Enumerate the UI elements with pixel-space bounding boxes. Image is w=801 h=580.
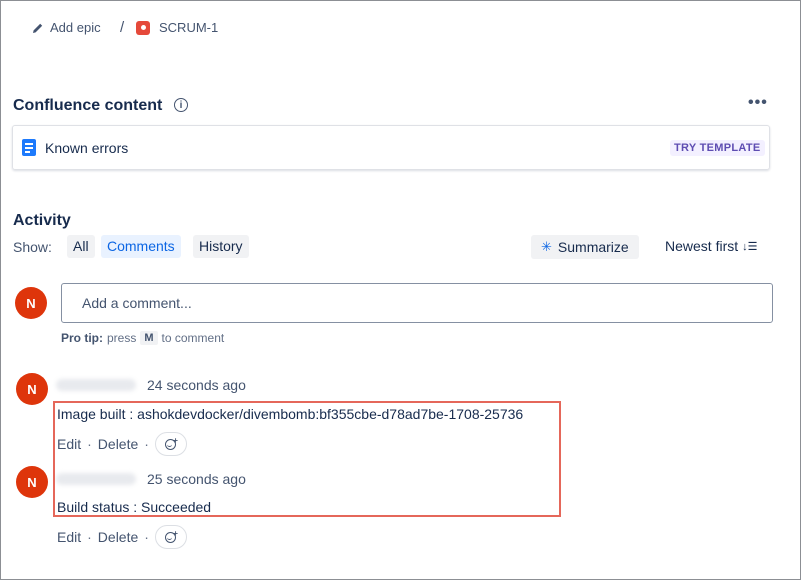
tab-comments[interactable]: Comments (101, 235, 181, 258)
document-icon (22, 139, 36, 156)
issue-key-link[interactable]: SCRUM-1 (136, 20, 218, 35)
avatar: N (16, 466, 48, 498)
tab-history[interactable]: History (193, 235, 249, 258)
pro-tip-suffix: to comment (161, 331, 225, 345)
show-label: Show: (13, 239, 52, 255)
confluence-item-label[interactable]: Known errors (45, 140, 128, 156)
tab-all[interactable]: All (67, 235, 95, 258)
pencil-icon (33, 23, 43, 33)
edit-comment-button[interactable]: Edit (57, 529, 81, 545)
try-template-button[interactable]: TRY TEMPLATE (670, 140, 765, 156)
sort-order-button[interactable]: Newest first ↓☰ (665, 238, 758, 254)
add-epic-label: Add epic (50, 20, 101, 35)
add-epic-link[interactable]: Add epic (32, 20, 101, 35)
pro-tip-prefix: Pro tip: (61, 331, 103, 345)
sort-descending-icon: ↓☰ (742, 240, 758, 253)
sparkle-icon: ✳ (541, 239, 552, 254)
delete-comment-button[interactable]: Delete (98, 529, 138, 545)
sort-label: Newest first (665, 238, 739, 254)
pro-tip-press: press (107, 331, 137, 345)
summarize-button[interactable]: ✳ Summarize (531, 235, 639, 259)
keyboard-shortcut-key: M (140, 331, 158, 345)
info-icon[interactable]: i (174, 98, 188, 112)
bug-icon (136, 20, 150, 35)
avatar: N (15, 287, 47, 319)
issue-key-label: SCRUM-1 (159, 20, 219, 35)
separator-dot: · (87, 529, 92, 545)
avatar: N (16, 373, 48, 405)
more-actions-icon[interactable]: ••• (748, 94, 768, 112)
breadcrumb-separator: / (120, 19, 125, 36)
comment-input[interactable]: Add a comment... (61, 283, 773, 323)
summarize-label: Summarize (557, 239, 629, 255)
pro-tip: Pro tip: press M to comment (61, 331, 224, 345)
separator-dot: · (144, 529, 149, 545)
confluence-section-title: Confluence content (13, 97, 163, 114)
comment-timestamp: 24 seconds ago (147, 377, 246, 393)
add-reaction-button[interactable]: + (154, 525, 187, 549)
author-name-redacted (56, 379, 136, 391)
comment-actions: Edit · Delete · + (57, 525, 187, 549)
activity-title: Activity (13, 212, 71, 229)
highlight-box (53, 401, 561, 517)
